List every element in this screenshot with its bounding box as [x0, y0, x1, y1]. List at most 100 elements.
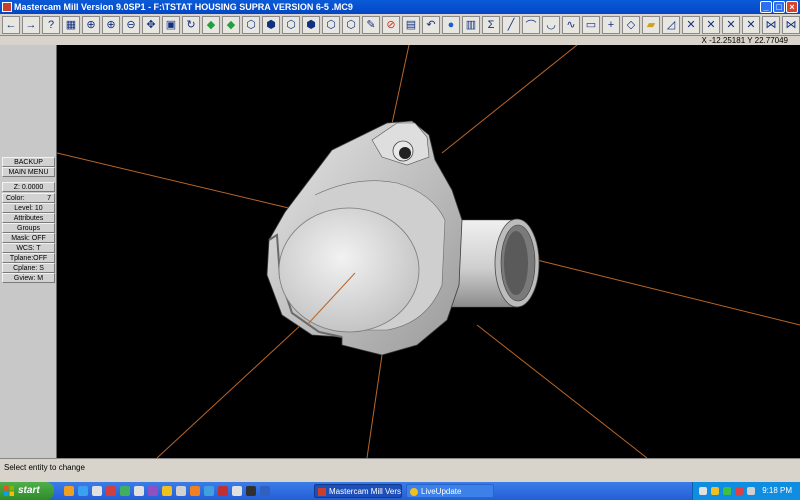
task-label: LiveUpdate: [421, 487, 462, 496]
trim-icon[interactable]: ✕: [722, 15, 740, 34]
quicklaunch-app-icon[interactable]: [134, 486, 144, 496]
arrow-right-icon[interactable]: →: [22, 15, 40, 34]
quicklaunch-folder-icon[interactable]: [64, 486, 74, 496]
maximize-button[interactable]: □: [773, 1, 785, 13]
trim-icon[interactable]: ✕: [702, 15, 720, 34]
zoom-window-icon[interactable]: ⊕: [82, 15, 100, 34]
solid-icon[interactable]: ▰: [642, 15, 660, 34]
trim-icon[interactable]: ✕: [682, 15, 700, 34]
housing-body: [266, 120, 463, 356]
axis-line-right: [536, 259, 800, 326]
surface-icon[interactable]: ◇: [622, 15, 640, 34]
tplane-button[interactable]: Tplane:OFF: [2, 253, 55, 263]
regen-icon[interactable]: ↻: [182, 15, 200, 34]
quicklaunch-ie-icon[interactable]: [78, 486, 88, 496]
spline-icon[interactable]: ∿: [562, 15, 580, 34]
rectangle-icon[interactable]: ▭: [582, 15, 600, 34]
multi-view-icon[interactable]: ▤: [402, 15, 420, 34]
cplane-button[interactable]: Cplane: S: [2, 263, 55, 273]
iso-view-icon[interactable]: ⬡: [322, 15, 340, 34]
graphics-viewport[interactable]: [57, 45, 800, 458]
quicklaunch-desktop-icon[interactable]: [92, 486, 102, 496]
z-depth-button[interactable]: Z: 0.0000: [2, 182, 55, 192]
mask-button[interactable]: Mask: OFF: [2, 233, 55, 243]
cube-view-icon[interactable]: ⬡: [342, 15, 360, 34]
attributes-button[interactable]: Attributes: [2, 213, 55, 223]
iso-view-icon[interactable]: ⬡: [242, 15, 260, 34]
cursor-coordinates: X -12.25181 Y 22.77049: [701, 36, 788, 45]
quicklaunch-app-icon[interactable]: [120, 486, 130, 496]
arrow-left-icon[interactable]: ←: [2, 15, 20, 34]
backup-button[interactable]: BACKUP: [2, 157, 55, 167]
quicklaunch-app-icon[interactable]: [190, 486, 200, 496]
arc-icon[interactable]: ⌒: [522, 15, 540, 34]
break-icon[interactable]: ⋈: [782, 15, 800, 34]
line-icon[interactable]: ╱: [502, 15, 520, 34]
window-title: Mastercam Mill Version 9.0SP1 - F:\TSTAT…: [14, 2, 353, 12]
tray-icon[interactable]: [699, 487, 707, 495]
start-button[interactable]: start: [0, 482, 54, 500]
color-label: Color:: [6, 195, 25, 202]
trim-icon[interactable]: ✕: [742, 15, 760, 34]
curve-icon[interactable]: ◡: [542, 15, 560, 34]
start-label: start: [18, 485, 40, 496]
help-icon[interactable]: ?: [42, 15, 60, 34]
chamfer-icon[interactable]: ◿: [662, 15, 680, 34]
task-label: Mastercam Mill Versio...: [329, 487, 402, 496]
sigma-icon[interactable]: Σ: [482, 15, 500, 34]
close-button[interactable]: ×: [786, 1, 798, 13]
calculator-icon[interactable]: ▦: [62, 15, 80, 34]
mastercam-task-icon: [318, 488, 326, 496]
tray-icon[interactable]: [711, 487, 719, 495]
shade-icon[interactable]: ◆: [222, 15, 240, 34]
quicklaunch-app-icon[interactable]: [148, 486, 158, 496]
zoom-icon[interactable]: ⊕: [102, 15, 120, 34]
title-bar: Mastercam Mill Version 9.0SP1 - F:\TSTAT…: [0, 0, 800, 14]
break-icon[interactable]: ⋈: [762, 15, 780, 34]
quicklaunch-app-icon[interactable]: [260, 486, 270, 496]
gview-button[interactable]: Gview: M: [2, 273, 55, 283]
point-icon[interactable]: +: [602, 15, 620, 34]
main-menu-button[interactable]: MAIN MENU: [2, 167, 55, 177]
undo-icon[interactable]: ↶: [422, 15, 440, 34]
axis-line-bottom: [366, 354, 383, 458]
windows-taskbar: start Mastercam Mill Versio... LiveUpdat…: [0, 482, 800, 500]
windows-flag-icon: [4, 486, 14, 496]
layers-icon[interactable]: ▥: [462, 15, 480, 34]
front-view-icon[interactable]: ⬡: [282, 15, 300, 34]
minimize-button[interactable]: _: [760, 1, 772, 13]
color-button[interactable]: Color: 7: [2, 193, 55, 203]
quicklaunch-app-icon[interactable]: [106, 486, 116, 496]
axis-line-left: [57, 152, 298, 211]
no-entry-icon[interactable]: ⊘: [382, 15, 400, 34]
unzoom-icon[interactable]: ⊖: [122, 15, 140, 34]
top-view-icon[interactable]: ⬢: [262, 15, 280, 34]
pencil-icon[interactable]: ✎: [362, 15, 380, 34]
level-button[interactable]: Level: 10: [2, 203, 55, 213]
quicklaunch-app-icon[interactable]: [176, 486, 186, 496]
quicklaunch-app-icon[interactable]: [204, 486, 214, 496]
quicklaunch-app-icon[interactable]: [246, 486, 256, 496]
sphere-icon[interactable]: ●: [442, 15, 460, 34]
prompt-area: Select entity to change: [0, 458, 800, 482]
quicklaunch-app-icon[interactable]: [218, 486, 228, 496]
task-liveupdate[interactable]: LiveUpdate: [406, 484, 494, 498]
main-toolbar: ← →? ▦ ⊕ ⊕ ⊖ ✥ ▣ ↻ ◆ ◆ ⬡ ⬢ ⬡ ⬢ ⬡ ⬡ ✎ ⊘ ▤ ↶ ● ▥ Σ ╱ ⌒ ◡ ∿ ▭ + ◇ ▰ ◿ ✕ ✕ ✕ ✕ ⋈ ⋈…: [0, 14, 800, 36]
task-mastercam[interactable]: Mastercam Mill Versio...: [314, 484, 402, 498]
screen-icon[interactable]: ▣: [162, 15, 180, 34]
quicklaunch-app-icon[interactable]: [232, 486, 242, 496]
wcs-button[interactable]: WCS: T: [2, 243, 55, 253]
groups-button[interactable]: Groups: [2, 223, 55, 233]
taskbar-clock: 9:18 PM: [762, 486, 792, 495]
tray-icon[interactable]: [723, 487, 731, 495]
pan-icon[interactable]: ✥: [142, 15, 160, 34]
tray-icon[interactable]: [735, 487, 743, 495]
shade-icon[interactable]: ◆: [202, 15, 220, 34]
mastercam-app-icon[interactable]: [2, 2, 12, 12]
side-view-icon[interactable]: ⬢: [302, 15, 320, 34]
tray-icon[interactable]: [747, 487, 755, 495]
mastercam-window: Mastercam Mill Version 9.0SP1 - F:\TSTAT…: [0, 0, 800, 500]
quicklaunch-app-icon[interactable]: [162, 486, 172, 496]
system-tray: 9:18 PM: [692, 482, 800, 500]
axis-line-diag-upper: [441, 45, 578, 154]
